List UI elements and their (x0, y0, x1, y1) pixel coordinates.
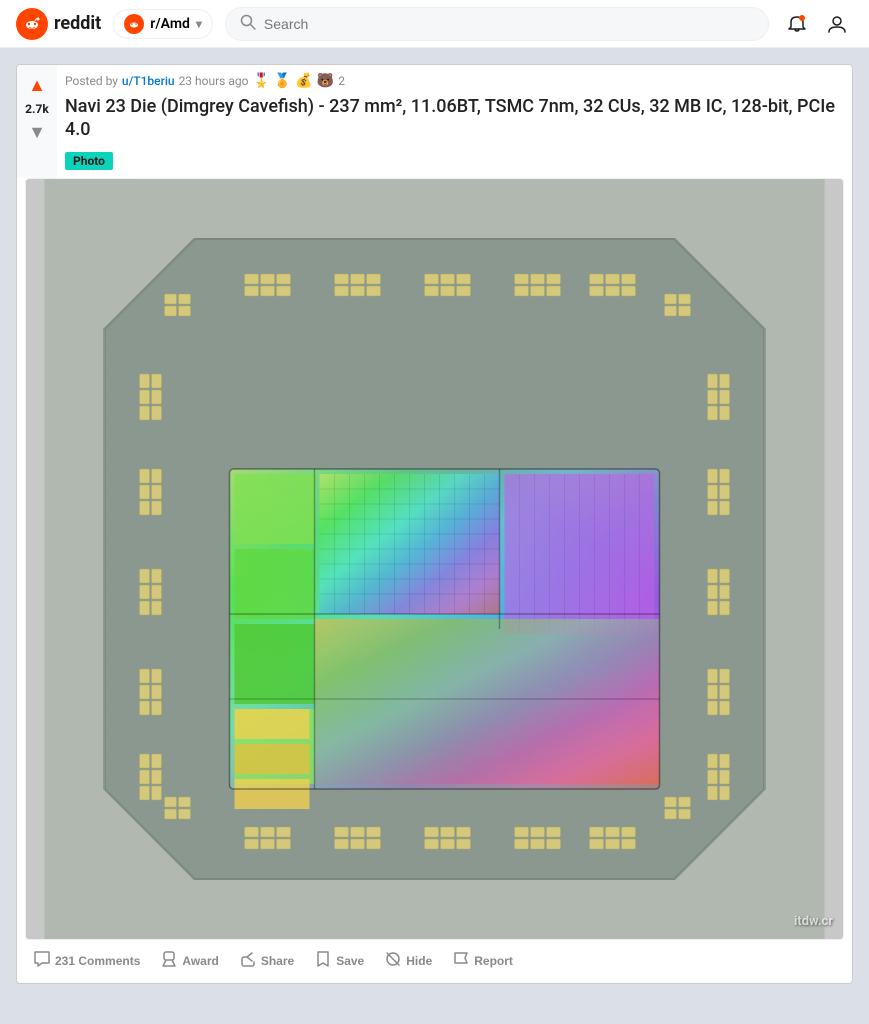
save-button[interactable]: Save (306, 944, 372, 979)
vote-count: 2.7k (25, 102, 49, 116)
search-input[interactable] (264, 16, 754, 32)
share-label: Share (261, 954, 294, 968)
comments-icon (33, 950, 51, 973)
comments-button[interactable]: 231 Comments (25, 944, 148, 979)
hide-icon (384, 950, 402, 973)
posted-by-label: Posted by (65, 74, 118, 88)
post-body: Posted by u/T1beriu 23 hours ago 🎖️ 🏅 💰 … (57, 65, 852, 178)
flair-emoji-1: 🎖️ (252, 73, 269, 89)
post-image-container[interactable]: AMD ⍋ itdw.cr (25, 178, 844, 940)
chip-die-image: AMD ⍋ itdw.cr (26, 179, 843, 939)
subreddit-selector[interactable]: r/Amd ▾ (113, 9, 213, 39)
report-icon (452, 950, 470, 973)
report-label: Report (474, 954, 513, 968)
flair-count: 2 (338, 74, 345, 88)
subreddit-name: r/Amd (150, 16, 190, 32)
post-inner: ▲ 2.7k ▼ Posted by u/T1beriu 23 hours ag… (17, 65, 852, 178)
flair-emoji-2: 🏅 (274, 73, 291, 89)
post-age: 23 hours ago (179, 74, 249, 88)
page-content: ▲ 2.7k ▼ Posted by u/T1beriu 23 hours ag… (0, 48, 869, 1000)
reddit-logo-icon (16, 8, 48, 40)
reddit-logo-text: reddit (54, 13, 101, 34)
award-button[interactable]: Award (152, 944, 226, 979)
save-label: Save (336, 954, 364, 968)
post-flair: Photo (65, 152, 113, 170)
comments-label: 231 Comments (55, 954, 140, 968)
award-icon (160, 950, 178, 973)
header-icons (781, 8, 853, 40)
search-icon (240, 14, 256, 34)
downvote-button[interactable]: ▼ (26, 120, 48, 145)
action-bar: 231 Comments Award Sha (17, 940, 852, 983)
upvote-button[interactable]: ▲ (26, 73, 48, 98)
site-header: reddit r/Amd ▾ (0, 0, 869, 48)
notification-icon[interactable] (781, 8, 813, 40)
share-icon (239, 950, 257, 973)
share-button[interactable]: Share (231, 944, 302, 979)
vote-column: ▲ 2.7k ▼ (17, 65, 57, 178)
subreddit-icon (124, 14, 144, 34)
save-icon (314, 950, 332, 973)
chevron-down-icon: ▾ (196, 17, 202, 31)
award-label: Award (182, 954, 218, 968)
report-button[interactable]: Report (444, 944, 521, 979)
post-meta: Posted by u/T1beriu 23 hours ago 🎖️ 🏅 💰 … (65, 73, 844, 89)
chip-die-svg: AMD ⍋ (26, 179, 843, 939)
reddit-logo[interactable]: reddit (16, 8, 101, 40)
hide-button[interactable]: Hide (376, 944, 440, 979)
search-bar[interactable] (225, 7, 769, 41)
author-link[interactable]: u/T1beriu (122, 74, 175, 88)
profile-icon[interactable] (821, 8, 853, 40)
post-title: Navi 23 Die (Dimgrey Cavefish) - 237 mm²… (65, 95, 844, 142)
watermark: itdw.cr (794, 914, 833, 929)
post-card: ▲ 2.7k ▼ Posted by u/T1beriu 23 hours ag… (16, 64, 853, 984)
flair-emoji-3: 💰 (295, 73, 312, 89)
flair-emoji-4: 🐻 (317, 73, 334, 89)
hide-label: Hide (406, 954, 432, 968)
